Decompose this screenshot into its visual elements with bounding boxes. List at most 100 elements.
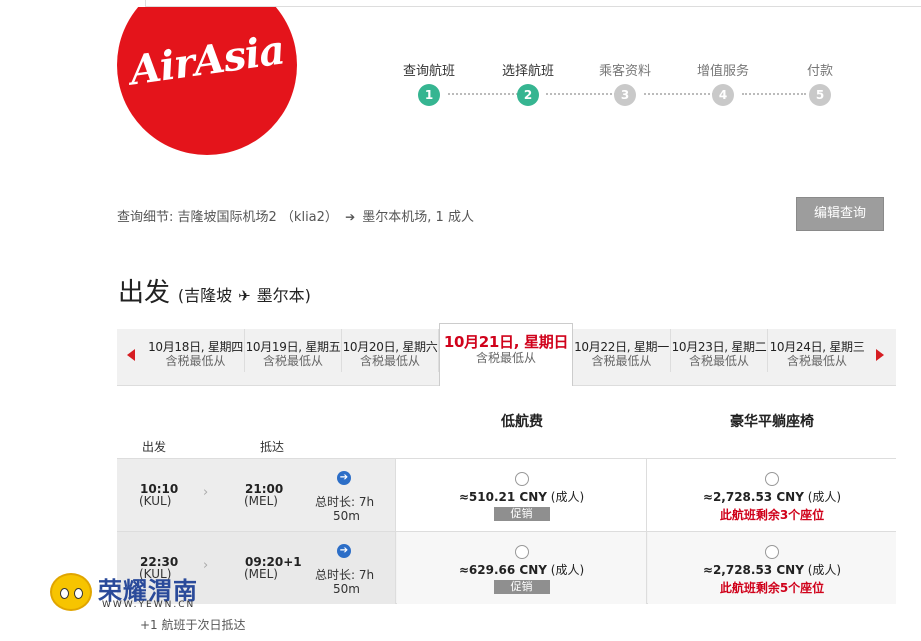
seats-remaining: 此航班剩余3个座位 <box>719 508 825 522</box>
plane-icon: ✈ <box>238 287 251 305</box>
step-label: 增值服务 <box>696 64 749 79</box>
airasia-logo[interactable]: AirAsia <box>117 7 297 155</box>
fare-price: ≈629.66 CNY (成人) <box>397 561 646 578</box>
step-number: 3 <box>614 84 636 106</box>
fare-low: ≈629.66 CNY (成人) 促销 <box>397 532 647 604</box>
date-selector: 10月18日, 星期四 含税最低从 10月19日, 星期五 含税最低从 10月2… <box>117 323 896 386</box>
fare-radio[interactable] <box>765 545 779 559</box>
step-passenger-info: 乘客资料 3 <box>585 64 665 106</box>
mascot-eye <box>60 588 69 599</box>
date-tab-sub: 含税最低从 <box>786 354 847 368</box>
promo-badge: 促销 <box>493 580 550 594</box>
price-amount: ≈510.21 CNY <box>458 490 547 504</box>
promo-badge: 促销 <box>493 507 550 521</box>
fare-premium: ≈2,728.53 CNY (成人) 此航班剩余3个座位 <box>648 459 896 531</box>
step-payment: 付款 5 <box>780 64 860 106</box>
fare-header-low: 低航费 <box>501 414 543 430</box>
flight-duration: 总时长: 7h 50m <box>315 568 374 596</box>
search-summary: 查询细节: 吉隆坡国际机场2 （klia2） ➔ 墨尔本机场, 1 成人 <box>117 206 474 225</box>
step-number: 1 <box>418 84 440 106</box>
price-suffix: (成人) <box>550 563 585 577</box>
date-tab-selected[interactable]: 10月21日, 星期日 含税最低从 <box>439 323 573 386</box>
fare-price: ≈2,728.53 CNY (成人) <box>648 561 896 578</box>
summary-prefix: 查询细节: <box>117 210 174 225</box>
arrival-code: (MEL) <box>244 494 278 508</box>
seats-remaining: 此航班剩余5个座位 <box>719 581 825 595</box>
step-number: 5 <box>809 84 831 106</box>
arrow-right-icon: ➔ <box>345 210 356 224</box>
price-amount: ≈629.66 CNY <box>458 563 547 577</box>
flight-duration: 总时长: 7h 50m <box>315 495 374 523</box>
fare-radio[interactable] <box>514 472 529 486</box>
fare-header-premium: 豪华平躺座椅 <box>730 414 814 430</box>
date-tab[interactable]: 10月20日, 星期六 含税最低从 <box>342 329 439 372</box>
date-tab-date: 10月22日, 星期一 <box>574 340 669 354</box>
flight-info-icon[interactable]: ➔ <box>337 544 351 558</box>
date-tab-date: 10月18日, 星期四 <box>148 340 243 354</box>
route-label: (吉隆坡 ✈ 墨尔本) <box>178 286 311 305</box>
next-day-footnote: +1 航班于次日抵达 <box>140 618 246 632</box>
fare-radio[interactable] <box>514 545 529 559</box>
date-tab-sub: 含税最低从 <box>688 354 749 368</box>
route-origin: (吉隆坡 <box>177 286 233 305</box>
date-tab-sub: 含税最低从 <box>591 354 652 368</box>
watermark-logo: 荣耀渭南 WWW.YEWN.CN <box>50 571 210 616</box>
date-tab[interactable]: 10月19日, 星期五 含税最低从 <box>245 329 342 372</box>
fare-price: ≈510.21 CNY (成人) <box>397 488 646 505</box>
chevron-right-icon[interactable] <box>876 349 884 361</box>
date-tab-sub: 含税最低从 <box>262 354 323 368</box>
watermark-url: WWW.YEWN.CN <box>102 600 196 610</box>
price-suffix: (成人) <box>550 490 585 504</box>
step-label: 选择航班 <box>501 64 554 79</box>
column-depart: 出发 <box>142 440 167 454</box>
duration-hours: 总时长: 7h <box>315 568 375 582</box>
date-tab-date: 10月23日, 星期二 <box>671 340 767 354</box>
step-select-flight: 选择航班 2 <box>488 64 568 106</box>
step-label: 查询航班 <box>402 64 455 79</box>
duration-hours: 总时长: 7h <box>315 495 375 509</box>
price-suffix: (成人) <box>807 490 842 504</box>
top-border <box>145 0 921 7</box>
duration-minutes: 50m <box>333 509 360 523</box>
mascot-eye <box>74 588 83 599</box>
fare-price: ≈2,728.53 CNY (成人) <box>648 488 896 505</box>
step-label: 乘客资料 <box>598 64 651 79</box>
page-title: 出发 <box>118 278 171 308</box>
date-tab-date: 10月24日, 星期三 <box>769 340 865 354</box>
date-tab-date: 10月20日, 星期六 <box>342 340 438 354</box>
bee-mascot-icon <box>50 573 92 611</box>
departure-code: (KUL) <box>139 494 172 508</box>
summary-destination: 墨尔本机场, 1 成人 <box>362 210 474 225</box>
departure-heading: 出发 (吉隆坡 ✈ 墨尔本) <box>118 272 311 309</box>
booking-progress: 查询航班 1 选择航班 2 乘客资料 3 增值服务 4 付款 5 <box>400 64 840 108</box>
edit-search-button[interactable]: 编辑查询 <box>796 197 884 231</box>
date-tab-sub: 含税最低从 <box>165 354 226 368</box>
fare-low: ≈510.21 CNY (成人) 促销 <box>397 459 647 531</box>
step-label: 付款 <box>806 64 833 79</box>
date-tab[interactable]: 10月24日, 星期三 含税最低从 <box>768 329 866 372</box>
fare-radio[interactable] <box>765 472 779 486</box>
step-addons: 增值服务 4 <box>683 64 763 106</box>
price-suffix: (成人) <box>807 563 842 577</box>
date-tab[interactable]: 10月23日, 星期二 含税最低从 <box>671 329 768 372</box>
date-tab[interactable]: 10月22日, 星期一 含税最低从 <box>573 329 671 372</box>
date-tab-date: 10月19日, 星期五 <box>245 340 341 354</box>
date-tab-sub: 含税最低从 <box>359 354 420 368</box>
price-amount: ≈2,728.53 CNY <box>702 563 804 577</box>
route-destination: 墨尔本) <box>256 286 311 305</box>
flight-row: 22:30 (KUL) › 09:20+1 (MEL) ➔ 总时长: 7h 50… <box>117 531 896 604</box>
step-search-flights[interactable]: 查询航班 1 <box>389 64 469 106</box>
chevron-left-icon[interactable] <box>127 349 135 361</box>
date-tab-date: 10月21日, 星期日 <box>443 333 569 351</box>
flight-row: 10:10 (KUL) › 21:00 (MEL) ➔ 总时长: 7h 50m … <box>117 458 896 531</box>
date-tab[interactable]: 10月18日, 星期四 含税最低从 <box>147 329 245 372</box>
date-tab-sub: 含税最低从 <box>475 351 536 365</box>
duration-minutes: 50m <box>333 582 360 596</box>
chevron-right-icon: › <box>203 485 209 500</box>
step-number: 2 <box>517 84 539 106</box>
price-amount: ≈2,728.53 CNY <box>702 490 804 504</box>
flight-info-icon[interactable]: ➔ <box>337 471 351 485</box>
fare-premium: ≈2,728.53 CNY (成人) 此航班剩余5个座位 <box>648 532 896 604</box>
arrival-code: (MEL) <box>244 567 278 581</box>
step-number: 4 <box>712 84 734 106</box>
